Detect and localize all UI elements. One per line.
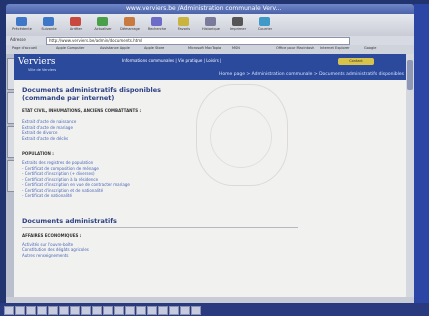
favorites-link[interactable]: Microsoft MacTopia [188, 46, 221, 50]
toolbar-button-label: Précédente [12, 27, 32, 31]
toolbar-icon [178, 17, 189, 26]
toolbar-button[interactable]: Historique [199, 16, 223, 34]
favorites-link[interactable]: Page d'accueil [12, 46, 37, 50]
control-strip-icon[interactable] [15, 306, 25, 315]
contact-button[interactable]: Contact [338, 58, 374, 65]
toolbar-button[interactable]: Imprimer [226, 16, 250, 34]
section-heading: ETAT CIVIL, INHUMATIONS, ANCIENS COMBATT… [22, 108, 142, 113]
site-banner: Verviers Ville de Verviers Informations … [14, 54, 406, 80]
document-link[interactable]: Extrait d'acte de décès [22, 136, 302, 142]
control-strip [0, 303, 429, 316]
web-page: Verviers Ville de Verviers Informations … [14, 54, 406, 297]
toolbar-icon [124, 17, 135, 26]
favorites-link[interactable]: Apple Computer [56, 46, 84, 50]
page-title: Documents administratifs disponibles [22, 86, 162, 94]
favorites-link[interactable]: MSN [232, 46, 240, 50]
window-titlebar[interactable]: www.verviers.be /Administration communal… [6, 4, 414, 14]
toolbar-button-label: Suivante [41, 27, 57, 31]
logo-text: Verviers [18, 57, 56, 67]
control-strip-icon[interactable] [169, 306, 179, 315]
favorites-link[interactable]: Internet Explorer [320, 46, 350, 50]
links-list-affaires: Activités sur l'ouvre-boîte Constitution … [22, 242, 302, 259]
control-strip-icon[interactable] [103, 306, 113, 315]
explorer-side-tabs [6, 54, 15, 297]
toolbar-button-label: Historique [202, 27, 220, 31]
toolbar-button[interactable]: Favoris [172, 16, 196, 34]
toolbar-button-label: Arrêter [69, 27, 83, 31]
control-strip-icon[interactable] [125, 306, 135, 315]
toolbar-icon [259, 17, 270, 26]
favorites-link[interactable]: Google [364, 46, 376, 50]
control-strip-icon[interactable] [4, 306, 14, 315]
control-strip-icon[interactable] [180, 306, 190, 315]
control-strip-icon[interactable] [158, 306, 168, 315]
control-strip-icon[interactable] [114, 306, 124, 315]
toolbar-button-label: Imprimer [229, 27, 247, 31]
links-list-etat-civil: Extrait d'acte de naissance Extrait d'act… [22, 119, 302, 141]
monitor-screen: www.verviers.be /Administration communal… [0, 0, 429, 316]
desktop-background [414, 4, 429, 303]
control-strip-icon[interactable] [81, 306, 91, 315]
browser-toolbar: Précédente Suivante Arrêter Actualiser Démar… [6, 14, 414, 36]
control-strip-icon[interactable] [191, 306, 201, 315]
toolbar-icon [97, 17, 108, 26]
page-subtitle: (commande par internet) [22, 94, 115, 102]
control-strip-icon[interactable] [136, 306, 146, 315]
toolbar-icon [232, 17, 243, 26]
toolbar-button[interactable]: Précédente [10, 16, 34, 34]
control-strip-icon[interactable] [37, 306, 47, 315]
toolbar-button[interactable]: Recherche [145, 16, 169, 34]
favorites-link[interactable]: Assistance Apple [100, 46, 130, 50]
toolbar-icon [151, 17, 162, 26]
toolbar-button-label: Courrier [257, 27, 273, 31]
logo-subtitle: Ville de Verviers [28, 68, 57, 72]
toolbar-icon [205, 17, 216, 26]
section-title: Documents administratifs [22, 216, 117, 225]
address-bar: Adresse http://www.verviers.be/admin/doc… [6, 36, 414, 45]
toolbar-button-label: Actualiser [94, 27, 112, 31]
toolbar-icon [16, 17, 27, 26]
main-content: Documents administratifs disponibles (co… [22, 86, 302, 258]
links-list-population: Extraits des registres de population - Ce… [22, 160, 302, 199]
favorites-link[interactable]: Office pour Macintosh [276, 46, 314, 50]
control-strip-icon[interactable] [48, 306, 58, 315]
toolbar-button[interactable]: Suivante [37, 16, 61, 34]
address-label: Adresse [10, 37, 26, 42]
divider [22, 226, 298, 228]
document-link[interactable]: Autres renseignements [22, 253, 302, 259]
toolbar-button[interactable]: Courrier [253, 16, 277, 34]
scrollbar-thumb[interactable] [407, 60, 413, 90]
vertical-scrollbar[interactable] [406, 54, 414, 297]
control-strip-icon[interactable] [70, 306, 80, 315]
favorites-link[interactable]: Apple Store [144, 46, 164, 50]
toolbar-icon [43, 17, 54, 26]
breadcrumb[interactable]: Home page > Administration communale > D… [104, 72, 404, 77]
toolbar-button-label: Démarrage [120, 27, 140, 31]
control-strip-icon[interactable] [26, 306, 36, 315]
control-strip-icon[interactable] [92, 306, 102, 315]
links-bar: Page d'accueil Apple Computer Assistance A… [6, 45, 414, 54]
toolbar-button-label: Recherche [147, 27, 167, 31]
window-title: www.verviers.be /Administration communal… [126, 5, 282, 12]
site-logo[interactable]: Verviers Ville de Verviers [18, 57, 74, 72]
section-heading: AFFAIRES ECONOMIQUES : [22, 232, 82, 238]
section-heading: POPULATION : [22, 151, 54, 156]
control-strip-icon[interactable] [59, 306, 69, 315]
toolbar-button[interactable]: Démarrage [118, 16, 142, 34]
toolbar-icon [70, 17, 81, 26]
url-field[interactable]: http://www.verviers.be/admin/documents.h… [46, 37, 350, 45]
toolbar-button-label: Favoris [177, 27, 191, 31]
toolbar-button[interactable]: Actualiser [91, 16, 115, 34]
document-link[interactable]: - Certificat de nationalité [22, 193, 302, 199]
toolbar-button[interactable]: Arrêter [64, 16, 88, 34]
site-nav[interactable]: Informations communales | Vie pratique |… [122, 58, 312, 64]
control-strip-icon[interactable] [147, 306, 157, 315]
